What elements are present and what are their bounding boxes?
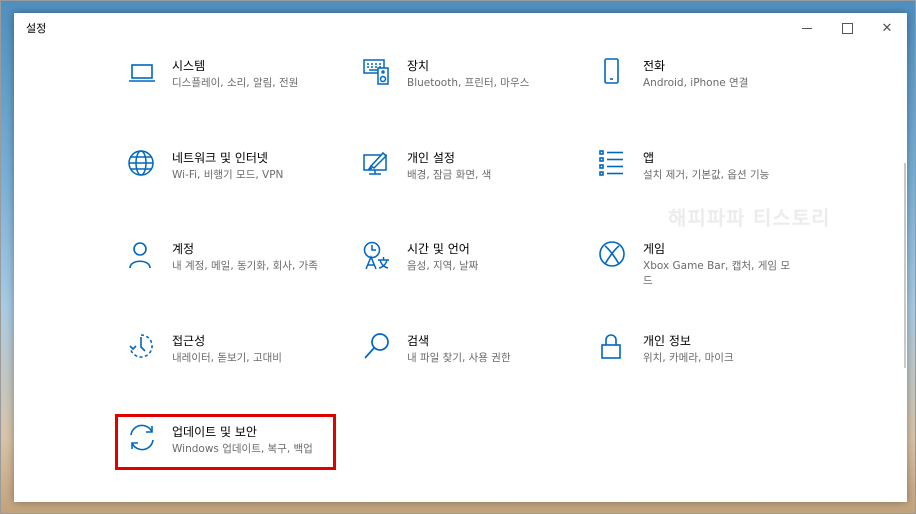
tile-name: 계정 <box>172 242 195 256</box>
time-language-icon <box>363 241 393 271</box>
tile-accessibility[interactable]: 접근성 내레이터, 돋보기, 고대비 <box>128 333 328 393</box>
tile-description: 위치, 카메라, 마이크 <box>643 352 734 364</box>
accessibility-icon <box>128 333 158 363</box>
minimize-icon <box>802 27 812 29</box>
globe-icon <box>128 150 158 180</box>
lock-icon <box>599 333 629 363</box>
tile-description: 디스플레이, 소리, 알림, 전원 <box>172 77 299 89</box>
tile-name: 장치 <box>407 59 430 73</box>
tile-search[interactable]: 검색 내 파일 찾기, 사용 권한 <box>363 333 563 393</box>
tile-name: 검색 <box>407 334 430 348</box>
tile-name: 네트워크 및 인터넷 <box>172 151 268 165</box>
phone-icon <box>599 58 629 88</box>
tile-name: 시스템 <box>172 59 206 73</box>
tile-phone[interactable]: 전화 Android, iPhone 연결 <box>599 58 799 118</box>
tile-name: 전화 <box>643 59 666 73</box>
xbox-icon <box>599 241 629 271</box>
minimize-button[interactable] <box>787 13 827 43</box>
title-bar: 설정 ✕ <box>14 13 907 43</box>
tile-name: 개인 정보 <box>643 334 691 348</box>
tile-description: Wi-Fi, 비행기 모드, VPN <box>172 169 284 181</box>
highlight-box <box>115 414 336 470</box>
tile-system[interactable]: 시스템 디스플레이, 소리, 알림, 전원 <box>128 58 328 118</box>
window-title: 설정 <box>26 22 47 35</box>
tile-name: 개인 설정 <box>407 151 455 165</box>
tile-name: 접근성 <box>172 334 206 348</box>
close-icon: ✕ <box>881 20 893 36</box>
tile-apps[interactable]: 앱 설치 제거, 기본값, 옵션 기능 <box>599 150 799 210</box>
tile-description: 내 파일 찾기, 사용 권한 <box>407 352 511 364</box>
tile-name: 게임 <box>643 242 666 256</box>
tile-description: Android, iPhone 연결 <box>643 77 749 89</box>
tile-description: 설치 제거, 기본값, 옵션 기능 <box>643 169 770 181</box>
settings-window: 설정 ✕ 해피파파 티스토리 시스템 디스플레이, 소리, 알림, 전원 장치 <box>14 13 907 502</box>
paint-icon <box>363 150 393 180</box>
maximize-icon <box>841 22 853 34</box>
close-button[interactable]: ✕ <box>867 13 907 43</box>
tile-description: 음성, 지역, 날짜 <box>407 260 479 272</box>
tile-description: 내레이터, 돋보기, 고대비 <box>172 352 282 364</box>
search-icon <box>363 333 393 363</box>
tile-description: 내 계정, 메일, 동기화, 회사, 가족 <box>172 260 318 272</box>
apps-list-icon <box>599 150 629 180</box>
tile-description: Bluetooth, 프린터, 마우스 <box>407 77 530 89</box>
tile-gaming[interactable]: 게임 Xbox Game Bar, 캡처, 게임 모드 <box>599 241 799 301</box>
tile-personalization[interactable]: 개인 설정 배경, 잠금 화면, 색 <box>363 150 563 210</box>
tile-description: 배경, 잠금 화면, 색 <box>407 169 492 181</box>
tile-description: Xbox Game Bar, 캡처, 게임 모드 <box>643 260 791 287</box>
tile-privacy[interactable]: 개인 정보 위치, 카메라, 마이크 <box>599 333 799 393</box>
scrollbar[interactable] <box>904 163 906 368</box>
tile-name: 앱 <box>643 151 655 165</box>
person-icon <box>128 241 158 271</box>
tile-network[interactable]: 네트워크 및 인터넷 Wi-Fi, 비행기 모드, VPN <box>128 150 328 210</box>
tile-devices[interactable]: 장치 Bluetooth, 프린터, 마우스 <box>363 58 563 118</box>
monitor-icon <box>128 58 158 88</box>
tile-accounts[interactable]: 계정 내 계정, 메일, 동기화, 회사, 가족 <box>128 241 328 301</box>
tile-name: 시간 및 언어 <box>407 242 470 256</box>
devices-icon <box>363 58 393 88</box>
maximize-button[interactable] <box>827 13 867 43</box>
tile-time-language[interactable]: 시간 및 언어 음성, 지역, 날짜 <box>363 241 563 301</box>
